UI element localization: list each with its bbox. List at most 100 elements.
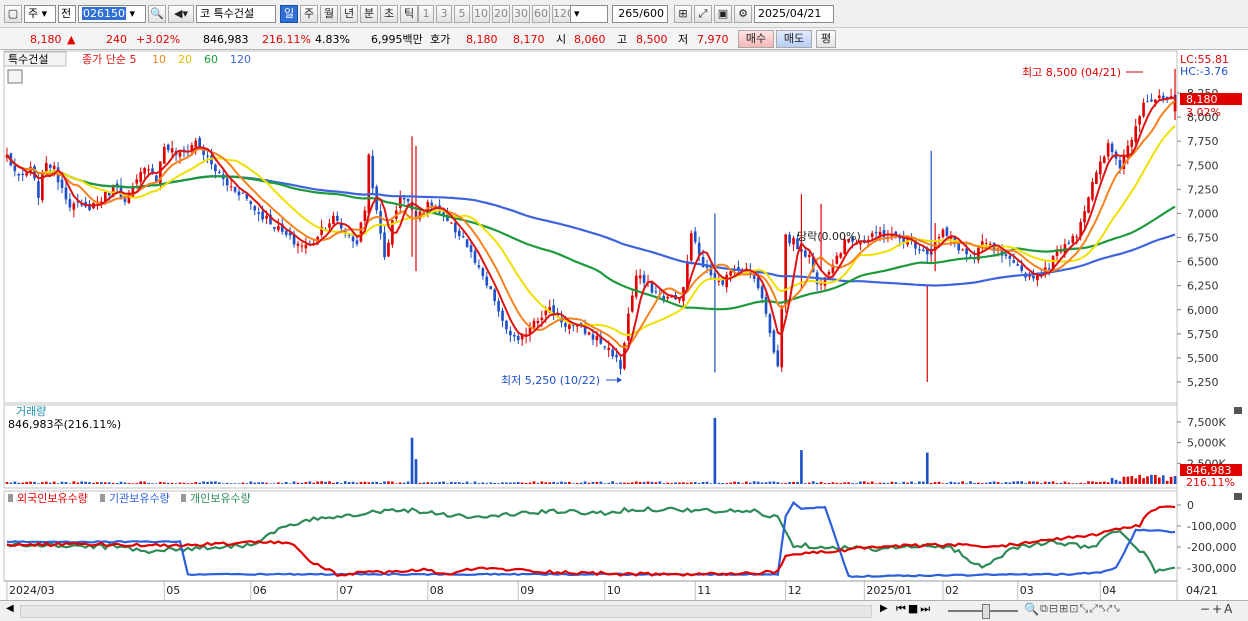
volume-subtitle: 846,983주(216.11%): [8, 418, 121, 431]
volume-bar: [1087, 481, 1090, 484]
volume-bar: [379, 483, 382, 484]
stock-name-field[interactable]: 코 특수건설: [196, 5, 276, 23]
average-button[interactable]: 평: [816, 30, 836, 48]
chart-type-icons[interactable]: ⧉⊟⊞⊡⤡⤢⤣⤤⤥: [1040, 602, 1121, 616]
interval-button[interactable]: 3: [436, 5, 452, 23]
interval-button[interactable]: 60: [532, 5, 550, 23]
volume-bar: [977, 482, 980, 484]
volume-bar: [623, 482, 626, 484]
volume-bar: [159, 481, 162, 484]
scroll-track[interactable]: [20, 605, 872, 618]
candle-body: [241, 192, 245, 194]
volume-bar: [174, 483, 178, 484]
candle-body: [678, 299, 681, 301]
candle-body: [383, 232, 386, 258]
candle-body: [638, 275, 642, 279]
volume-bar: [1161, 475, 1165, 484]
volume-bar: [241, 482, 245, 484]
date-label: 09: [520, 584, 534, 597]
buy-button[interactable]: 매수: [738, 30, 774, 48]
candle-body: [1008, 255, 1012, 259]
volume-bar: [807, 482, 811, 484]
volume-bar: [162, 482, 166, 484]
interval-button[interactable]: 20: [492, 5, 510, 23]
volume-bar: [453, 482, 457, 484]
candle-body: [457, 230, 461, 237]
stock-code-input[interactable]: 026150 ▾: [78, 5, 146, 23]
drawing-tools-icon[interactable]: ⤢: [694, 5, 712, 23]
stock-chart[interactable]: 8,2508,0007,7507,5007,2507,0006,7506,500…: [0, 50, 1248, 600]
volume-bar: [859, 481, 862, 484]
period-button[interactable]: 일: [280, 5, 298, 23]
volume-bar: [253, 482, 257, 484]
candle-body: [277, 226, 280, 231]
data-count-field[interactable]: 265/600: [612, 5, 668, 23]
volume-bar: [48, 482, 52, 484]
date-field[interactable]: 2025/04/21: [754, 5, 834, 23]
candle-body: [304, 244, 308, 249]
chart-tools-icon[interactable]: ⊞: [674, 5, 692, 23]
volume-bar: [1106, 482, 1110, 484]
candle-body: [1118, 160, 1122, 169]
period-button[interactable]: 틱: [400, 5, 418, 23]
chart-scrollbar[interactable]: ◀ ▶ ⏮■⏭ 🔍 ⧉⊟⊞⊡⤡⤢⤣⤤⤥ −+A: [0, 600, 1248, 621]
candle-body: [1106, 143, 1110, 157]
period-button[interactable]: 분: [360, 5, 378, 23]
search-icon[interactable]: 🔍: [148, 5, 166, 23]
date-label: 04: [1102, 584, 1116, 597]
period-button[interactable]: 주: [300, 5, 318, 23]
high-label: 고: [617, 33, 628, 46]
holding-tick-label: -300,000: [1187, 562, 1236, 575]
candle-body: [650, 282, 654, 293]
candle-body: [497, 300, 500, 312]
period-button[interactable]: 년: [340, 5, 358, 23]
volume-bar: [760, 482, 764, 484]
candle-body: [874, 232, 878, 234]
volume-bar: [418, 482, 422, 484]
gear-icon[interactable]: ⚙: [734, 5, 752, 23]
market-select[interactable]: 주 ▾: [24, 5, 56, 23]
zoom-out-icon[interactable]: 🔍: [1024, 602, 1039, 616]
date-label: 07: [339, 584, 353, 597]
volume-bar: [839, 483, 843, 484]
interval-button[interactable]: 5: [454, 5, 470, 23]
volume-bar: [383, 481, 386, 484]
scroll-left-icon[interactable]: ◀: [6, 603, 14, 614]
interval-button[interactable]: 30: [512, 5, 530, 23]
volume-bar: [457, 482, 461, 484]
volume-bar: [1032, 481, 1035, 484]
range-mode-button[interactable]: 전: [58, 5, 76, 23]
period-button[interactable]: 초: [380, 5, 398, 23]
volume-bar: [88, 482, 91, 484]
volume-bar: [1047, 481, 1051, 484]
window-menu-icon[interactable]: ▢: [4, 5, 22, 23]
candle-body: [450, 222, 453, 224]
volume-bar: [103, 482, 107, 484]
volume-bar: [9, 482, 13, 484]
volume-bar: [300, 482, 304, 484]
candle-body: [218, 171, 221, 173]
price-tick-label: 6,750: [1187, 232, 1219, 245]
scroll-right-icon[interactable]: ▶: [880, 603, 888, 614]
volume-bar: [398, 482, 402, 484]
chart-area[interactable]: 8,2508,0007,7507,5007,2507,0006,7506,500…: [0, 50, 1248, 600]
ask-label: 호가: [430, 33, 451, 46]
interval-button[interactable]: 10: [472, 5, 490, 23]
sell-button[interactable]: 매도: [776, 30, 812, 48]
custom-interval-select[interactable]: ▾: [570, 5, 608, 23]
period-button[interactable]: 월: [320, 5, 338, 23]
volume-bar: [925, 452, 929, 484]
playback-controls-icon[interactable]: ⏮■⏭: [896, 602, 932, 616]
legend-marker: [8, 494, 13, 502]
save-icon[interactable]: ▣: [714, 5, 732, 23]
volume-bar: [438, 481, 441, 484]
zoom-controls-icon[interactable]: −+A: [1200, 602, 1234, 616]
sound-icon[interactable]: ◀▾: [168, 5, 194, 23]
volume-bar: [465, 481, 469, 484]
candle-body: [729, 271, 732, 276]
interval-button[interactable]: 1: [418, 5, 434, 23]
volume-bar: [552, 481, 555, 484]
zoom-slider-thumb[interactable]: [982, 604, 990, 619]
candle-body: [249, 201, 253, 205]
volume-bar: [564, 482, 567, 484]
